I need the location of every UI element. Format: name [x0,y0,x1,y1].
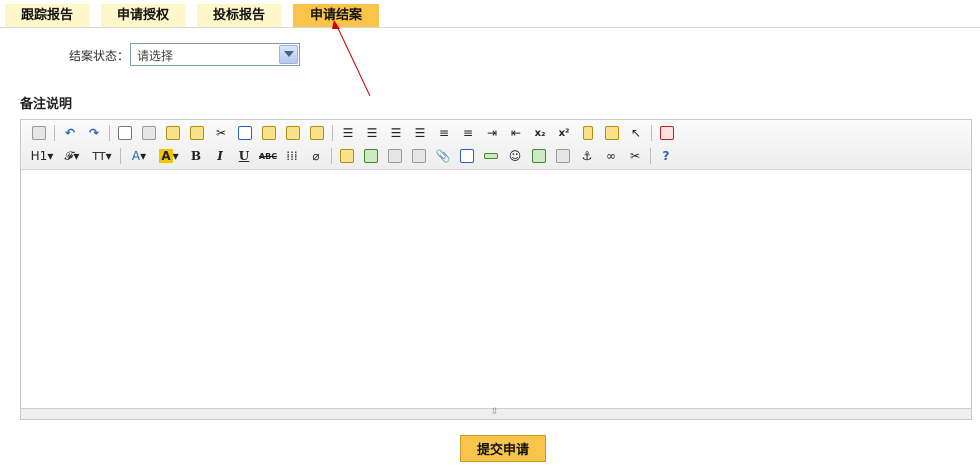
rich-text-editor: ↶ ↷ ✂ ☰ ☰ ☰ ☰ ≡ ≡ ⇥ ⇤ x₂ x² ↖ H1 ▾ 𝓕 ▾ T… [20,119,972,420]
tab-divider [0,27,980,28]
redo-icon[interactable]: ↷ [82,122,106,144]
tab-apply-authorization[interactable]: 申请授权 [101,4,185,28]
code-icon[interactable] [185,122,209,144]
resize-grip-icon: ⇳ [491,407,499,417]
font-color-dropdown[interactable]: A ▾ [124,145,154,167]
tab-tracking-report[interactable]: 跟踪报告 [5,4,89,28]
outdent-icon[interactable]: ⇤ [504,122,528,144]
horizontal-rule-icon[interactable] [479,145,503,167]
font-color-label: A [131,149,141,163]
remarks-title: 备注说明 [20,97,73,112]
emoticon-icon[interactable]: ☺ [503,145,527,167]
underline-button[interactable]: U [232,145,256,167]
underline-label: U [238,149,250,163]
select-all-icon[interactable] [600,122,624,144]
cursor-icon[interactable]: ↖ [624,122,648,144]
source-icon[interactable] [27,122,51,144]
bold-button[interactable]: B [184,145,208,167]
indent-icon[interactable]: ⇥ [480,122,504,144]
submit-button[interactable]: 提交申请 [460,435,546,462]
editor-resize-handle[interactable]: ⇳ [21,407,971,419]
eraser-icon[interactable]: ⌀ [304,145,328,167]
flash-icon[interactable] [383,145,407,167]
status-label: 结案状态： [69,49,130,63]
toolbar-separator [331,148,332,164]
toolbar-separator [120,148,121,164]
highlight-label: A [159,149,173,163]
heading-label: H1 [30,149,48,163]
map-icon[interactable] [527,145,551,167]
align-left-icon[interactable]: ☰ [336,122,360,144]
bold-label: B [190,149,202,163]
fullscreen-icon[interactable] [655,122,679,144]
tab-bid-report[interactable]: 投标报告 [197,4,281,28]
tab-bar: 跟踪报告 申请授权 投标报告 申请结案 [5,4,980,28]
font-family-dropdown[interactable]: 𝓕 ▾ [57,145,87,167]
font-family-label: 𝓕 [64,148,74,163]
undo-icon[interactable]: ↶ [58,122,82,144]
line-height-icon[interactable]: ⁞⁞⁞ [280,145,304,167]
paste-text-icon[interactable] [281,122,305,144]
chevron-down-icon[interactable] [279,45,298,64]
strikethrough-button[interactable]: ABC [256,145,280,167]
status-select[interactable]: 请选择 [130,43,300,66]
italic-label: I [217,149,223,163]
superscript-icon[interactable]: x² [552,122,576,144]
align-center-icon[interactable]: ☰ [360,122,384,144]
clear-format-icon[interactable] [576,122,600,144]
toolbar-separator [651,125,652,141]
editor-content-area[interactable] [21,171,971,408]
multi-image-icon[interactable] [359,145,383,167]
heading-dropdown[interactable]: H1 ▾ [27,145,57,167]
help-icon[interactable]: ? [654,145,678,167]
font-size-label: TT [92,149,106,163]
paste-icon[interactable] [257,122,281,144]
attachment-icon[interactable]: 📎 [431,145,455,167]
editor-toolbar: ↶ ↷ ✂ ☰ ☰ ☰ ☰ ≡ ≡ ⇥ ⇤ x₂ x² ↖ H1 ▾ 𝓕 ▾ T… [21,120,971,170]
preview-icon[interactable] [113,122,137,144]
page-break-icon[interactable] [551,145,575,167]
link-icon[interactable]: ∞ [599,145,623,167]
unlink-icon[interactable]: ✂ [623,145,647,167]
ordered-list-icon[interactable]: ≡ [432,122,456,144]
italic-button[interactable]: I [208,145,232,167]
image-icon[interactable] [335,145,359,167]
copy-icon[interactable] [233,122,257,144]
toolbar-separator [109,125,110,141]
subscript-icon[interactable]: x₂ [528,122,552,144]
toolbar-row-2: H1 ▾ 𝓕 ▾ TT ▾ A ▾ A ▾ B I U ABC ⁞⁞⁞ ⌀ 📎 ☺ ⚓ ∞ [27,145,678,167]
align-right-icon[interactable]: ☰ [384,122,408,144]
template-icon[interactable] [161,122,185,144]
font-size-dropdown[interactable]: TT ▾ [87,145,117,167]
strikethrough-label: ABC [258,151,278,161]
unordered-list-icon[interactable]: ≡ [456,122,480,144]
anchor-icon[interactable]: ⚓ [575,145,599,167]
toolbar-separator [650,148,651,164]
cut-icon[interactable]: ✂ [209,122,233,144]
table-icon[interactable] [455,145,479,167]
toolbar-separator [54,125,55,141]
highlight-dropdown[interactable]: A ▾ [154,145,184,167]
media-icon[interactable] [407,145,431,167]
toolbar-row-1: ↶ ↷ ✂ ☰ ☰ ☰ ☰ ≡ ≡ ⇥ ⇤ x₂ x² ↖ [27,122,679,144]
print-icon[interactable] [137,122,161,144]
justify-icon[interactable]: ☰ [408,122,432,144]
paste-word-icon[interactable] [305,122,329,144]
status-select-value: 请选择 [137,49,174,63]
toolbar-separator [332,125,333,141]
annotation-arrow [332,20,371,97]
